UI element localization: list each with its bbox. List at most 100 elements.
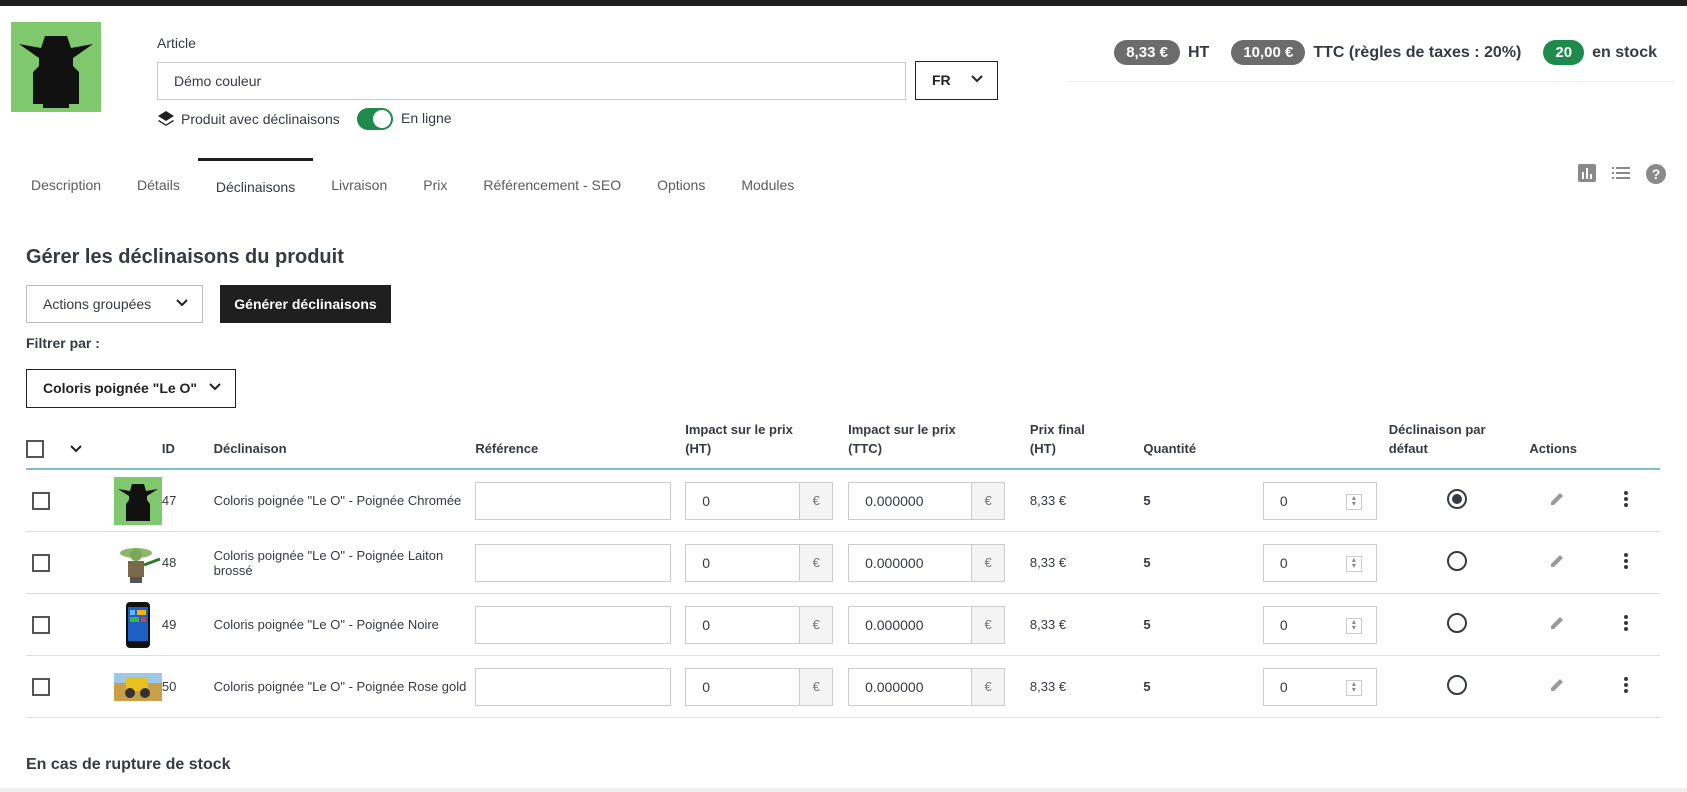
currency-addon: € (799, 606, 833, 643)
price-ttc-badge: 10,00 € (1231, 40, 1306, 65)
combinations-table: ID Déclinaison Référence Impact sur le p… (26, 420, 1660, 718)
online-toggle[interactable] (357, 108, 393, 130)
tab-seo[interactable]: Référencement - SEO (465, 158, 639, 202)
stats-icon[interactable] (1577, 163, 1597, 183)
table-row: 49 Coloris poignée "Le O" - Poignée Noir… (26, 593, 1660, 656)
spinner-icon[interactable]: ▴ ▾ (1345, 679, 1362, 696)
tab-shipping[interactable]: Livraison (313, 158, 405, 202)
edit-icon[interactable] (1549, 615, 1565, 631)
impact-ttc-value: 0.000000 (865, 616, 924, 633)
product-tabs: Description Détails Déclinaisons Livrais… (13, 158, 812, 202)
col-default-line1: Déclinaison par (1388, 422, 1486, 437)
row-impact-ht-cell: 0 € (685, 655, 849, 718)
more-vertical-icon[interactable] (1623, 614, 1629, 632)
bulk-toggle-cell (69, 420, 162, 470)
row-image-cell (69, 531, 162, 594)
default-radio[interactable] (1446, 551, 1467, 571)
tab-options[interactable]: Options (639, 158, 723, 202)
col-default: Déclinaison par défaut (1388, 420, 1530, 470)
table-header-row: ID Déclinaison Référence Impact sur le p… (26, 420, 1660, 470)
chevron-down-icon (209, 383, 221, 391)
table-row: 47 Coloris poignée "Le O" - Poignée Chro… (26, 469, 1660, 532)
row-more-cell (1611, 469, 1660, 532)
row-impact-ht-cell: 0 € (685, 531, 849, 594)
row-id: 47 (161, 469, 214, 532)
tab-pricing[interactable]: Prix (405, 158, 465, 202)
row-checkbox[interactable] (32, 677, 50, 696)
col-more (1611, 420, 1660, 470)
generate-combinations-button[interactable]: Générer déclinaisons (220, 285, 391, 323)
chevron-down-icon[interactable] (70, 445, 82, 453)
spinner-icon[interactable]: ▴ ▾ (1345, 617, 1362, 634)
impact-ht-input[interactable]: 0 € (685, 667, 834, 706)
row-checkbox[interactable] (32, 615, 50, 634)
row-final-price: 8,33 € (1029, 531, 1144, 594)
row-quantity: 5 (1143, 469, 1263, 532)
default-radio[interactable] (1446, 489, 1467, 509)
col-final-price: Prix final (HT) (1029, 420, 1144, 470)
impact-ht-input[interactable]: 0 € (685, 481, 834, 520)
row-final-price: 8,33 € (1029, 593, 1144, 656)
tab-details[interactable]: Détails (119, 158, 198, 202)
reference-input[interactable] (475, 667, 672, 706)
quantity-stepper[interactable]: 0 ▴ ▾ (1262, 481, 1377, 520)
quantity-stepper[interactable]: 0 ▴ ▾ (1262, 605, 1377, 644)
row-more-cell (1611, 531, 1660, 594)
impact-ht-input[interactable]: 0 € (685, 543, 834, 582)
quantity-stepper[interactable]: 0 ▴ ▾ (1262, 543, 1377, 582)
more-vertical-icon[interactable] (1623, 490, 1629, 508)
row-checkbox[interactable] (32, 491, 50, 510)
bulk-actions-button[interactable]: Actions groupées (26, 285, 203, 323)
chevron-down-icon (176, 299, 188, 307)
combinations-body: 47 Coloris poignée "Le O" - Poignée Chro… (26, 469, 1660, 718)
row-more-cell (1611, 655, 1660, 718)
row-edit-cell (1529, 531, 1612, 594)
row-image-cell (69, 593, 162, 656)
select-all-checkbox[interactable] (26, 440, 44, 458)
impact-ttc-input[interactable]: 0.000000 € (848, 481, 1006, 520)
help-icon[interactable]: ? (1645, 163, 1667, 185)
impact-ht-value: 0 (702, 492, 710, 509)
language-select[interactable]: FR (915, 61, 998, 100)
spinner-icon[interactable]: ▴ ▾ (1345, 555, 1362, 572)
row-impact-ttc-cell: 0.000000 € (848, 531, 1030, 594)
filter-select[interactable]: Coloris poignée "Le O" (26, 369, 236, 408)
edit-icon[interactable] (1549, 677, 1565, 693)
tab-combinations[interactable]: Déclinaisons (197, 158, 314, 202)
impact-ttc-input[interactable]: 0.000000 € (848, 667, 1006, 706)
currency-addon: € (971, 668, 1005, 705)
tab-description[interactable]: Description (13, 158, 119, 202)
quantity-stepper[interactable]: 0 ▴ ▾ (1262, 667, 1377, 706)
reference-input[interactable] (475, 481, 672, 520)
product-image[interactable] (11, 22, 101, 112)
default-radio[interactable] (1446, 675, 1467, 695)
list-icon[interactable] (1611, 163, 1631, 183)
edit-icon[interactable] (1549, 553, 1565, 569)
quantity-value: 0 (1279, 554, 1288, 571)
impact-ttc-input[interactable]: 0.000000 € (848, 543, 1006, 582)
currency-addon: € (971, 606, 1005, 643)
col-id: ID (161, 420, 214, 470)
more-vertical-icon[interactable] (1623, 676, 1629, 694)
reference-input[interactable] (475, 543, 672, 582)
impact-ht-input[interactable]: 0 € (685, 605, 834, 644)
col-impact-ttc: Impact sur le prix (TTC) (848, 420, 1030, 470)
tab-modules[interactable]: Modules (723, 158, 812, 202)
stock-label: en stock (1592, 43, 1657, 61)
combination-image (113, 600, 162, 649)
reference-input[interactable] (475, 605, 672, 644)
spinner-icon[interactable]: ▴ ▾ (1345, 493, 1362, 510)
product-name-input[interactable]: Démo couleur (157, 62, 906, 100)
default-radio[interactable] (1446, 613, 1467, 633)
ht-label: HT (1187, 43, 1210, 61)
impact-ttc-input[interactable]: 0.000000 € (848, 605, 1006, 644)
row-id: 48 (161, 531, 214, 594)
top-bar (0, 0, 1687, 6)
more-vertical-icon[interactable] (1623, 552, 1629, 570)
col-combination: Déclinaison (213, 420, 476, 470)
quantity-value: 0 (1279, 492, 1288, 509)
product-type[interactable]: Produit avec déclinaisons (157, 110, 340, 128)
row-image-cell (69, 469, 162, 532)
edit-icon[interactable] (1549, 491, 1565, 507)
row-checkbox[interactable] (32, 553, 50, 572)
